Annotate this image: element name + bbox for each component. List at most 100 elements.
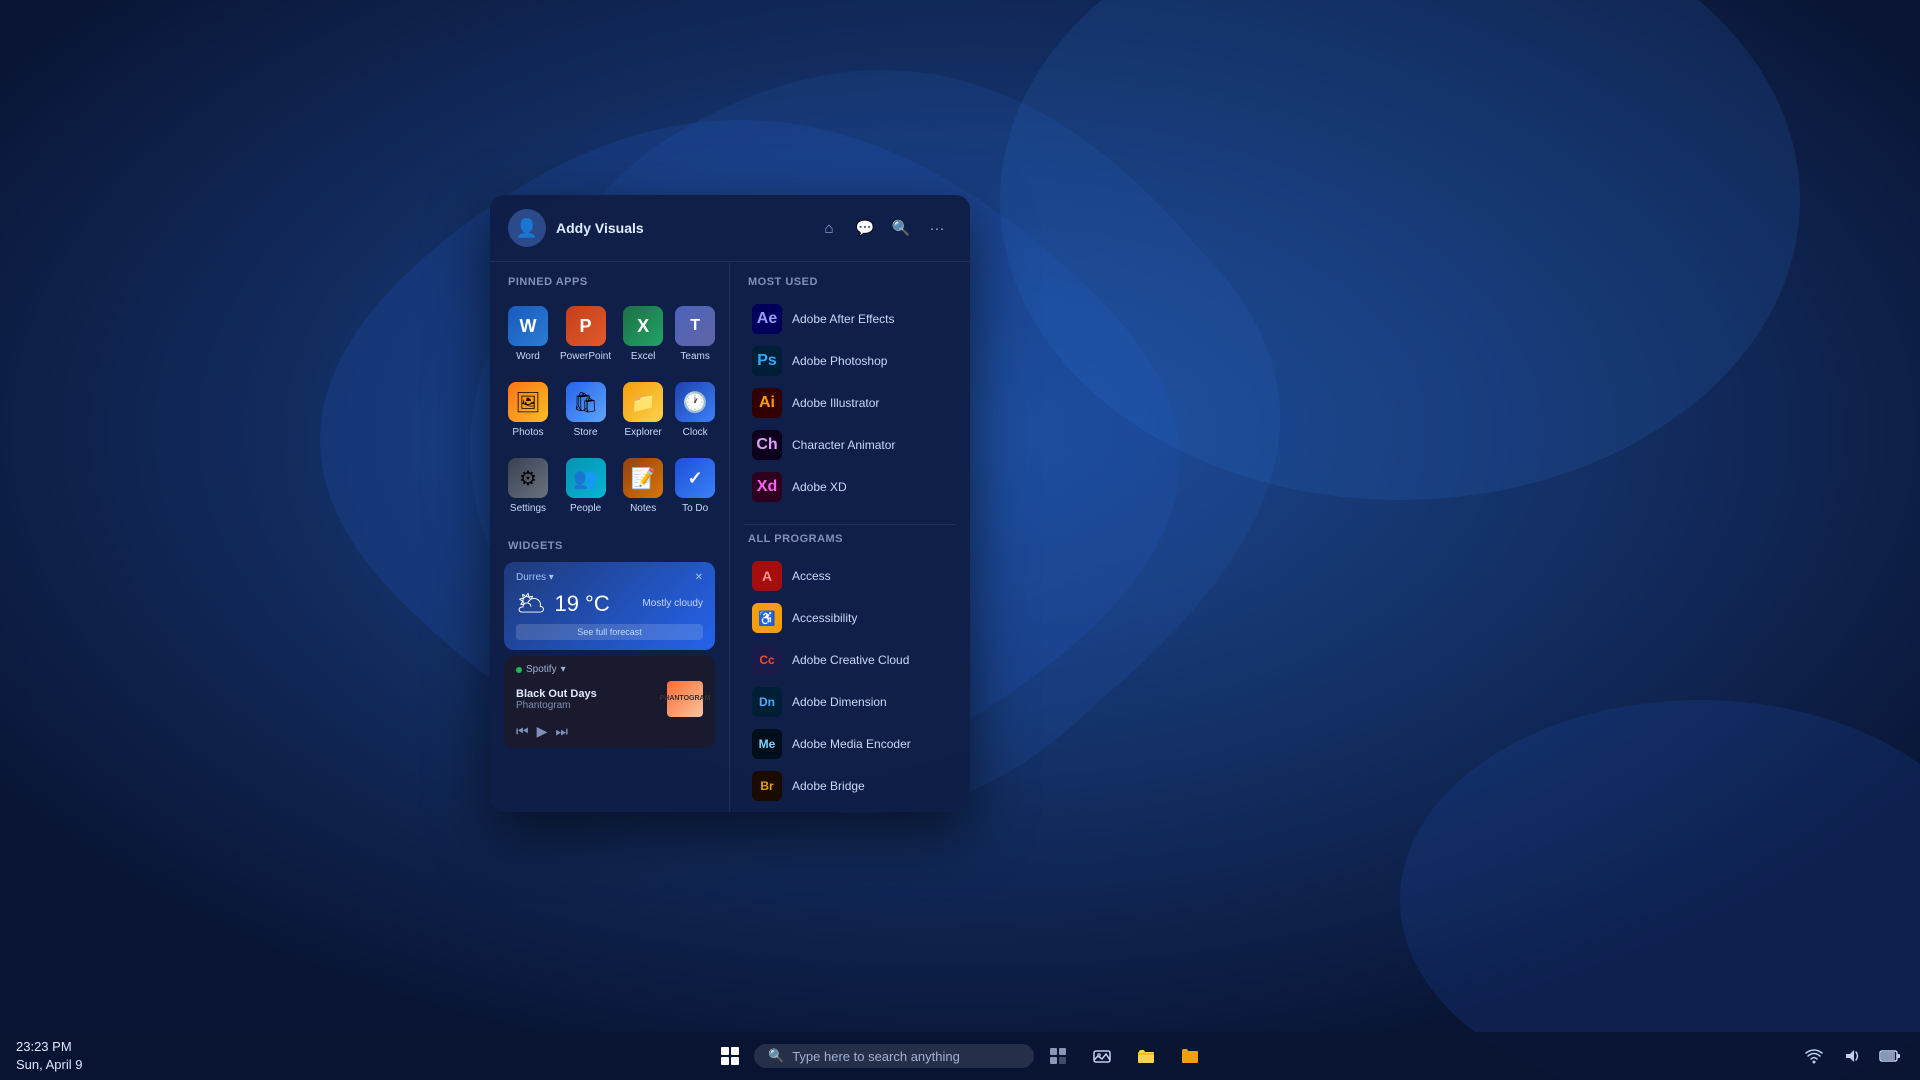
app-item-ps[interactable]: Ps Adobe Photoshop bbox=[744, 340, 956, 382]
pinned-app-excel[interactable]: X Excel bbox=[619, 298, 667, 370]
word-icon: W bbox=[508, 306, 548, 346]
ae-icon: Ae bbox=[752, 304, 782, 334]
battery-icon[interactable] bbox=[1872, 1038, 1908, 1074]
store-label: Store bbox=[574, 427, 598, 438]
spotify-album-art: PHANTOGRAM bbox=[667, 681, 703, 717]
dimension-name: Adobe Dimension bbox=[792, 695, 887, 709]
app-item-ae[interactable]: Ae Adobe After Effects bbox=[744, 298, 956, 340]
pinned-apps-grid: W Word P PowerPoint X Excel T Teams 🖼 bbox=[504, 298, 715, 522]
spotify-widget[interactable]: Spotify ▾ Black Out Days Phantogram PHAN… bbox=[504, 656, 715, 748]
notes-label: Notes bbox=[630, 503, 656, 514]
teams-label: Teams bbox=[680, 351, 709, 362]
start-menu-right-panel: Most used Ae Adobe After Effects Ps Adob… bbox=[730, 262, 970, 812]
ps-name: Adobe Photoshop bbox=[792, 354, 887, 368]
pinned-app-teams[interactable]: T Teams bbox=[671, 298, 719, 370]
pinned-app-explorer[interactable]: 📁 Explorer bbox=[619, 374, 667, 446]
taskbar-search-icon: 🔍 bbox=[768, 1048, 784, 1064]
spotify-play-icon[interactable]: ▶ bbox=[537, 723, 548, 740]
all-programs-section: All Programs A Access ♿ Accessibility Cc… bbox=[744, 533, 956, 807]
weather-location-row: Durres ▾ ✕ bbox=[516, 572, 703, 583]
pinned-app-store[interactable]: 🛍 Store bbox=[556, 374, 615, 446]
start-menu-body: Pinned Apps W Word P PowerPoint X Excel … bbox=[490, 262, 970, 812]
spotify-track-info: Black Out Days Phantogram bbox=[516, 688, 659, 711]
pinned-app-photos[interactable]: 🖼 Photos bbox=[504, 374, 552, 446]
word-label: Word bbox=[516, 351, 540, 362]
dimension-icon: Dn bbox=[752, 687, 782, 717]
taskbar-search-bar[interactable]: 🔍 Type here to search anything bbox=[754, 1044, 1034, 1068]
notes-icon: 📝 bbox=[623, 458, 663, 498]
spotify-main: Black Out Days Phantogram PHANTOGRAM bbox=[516, 681, 703, 717]
taskbar-left: 23:23 PM Sun, April 9 bbox=[0, 1038, 280, 1074]
weather-close-icon[interactable]: ✕ bbox=[695, 572, 703, 583]
all-programs-title: All Programs bbox=[744, 533, 956, 545]
explorer-icon: 📁 bbox=[623, 382, 663, 422]
weather-temperature: 19 °C bbox=[554, 591, 609, 617]
clock-date: Sun, April 9 bbox=[16, 1056, 83, 1074]
weather-forecast-btn[interactable]: See full forecast bbox=[516, 624, 703, 640]
pinned-app-word[interactable]: W Word bbox=[504, 298, 552, 370]
app-item-media-encoder[interactable]: Me Adobe Media Encoder bbox=[744, 723, 956, 765]
volume-icon[interactable] bbox=[1834, 1038, 1870, 1074]
start-button[interactable] bbox=[710, 1036, 750, 1076]
most-used-title: Most used bbox=[744, 276, 956, 288]
app-item-xd[interactable]: Xd Adobe XD bbox=[744, 466, 956, 508]
home-icon[interactable]: ⌂ bbox=[814, 213, 844, 243]
ch-icon: Ch bbox=[752, 430, 782, 460]
clock-icon: 🕐 bbox=[675, 382, 715, 422]
taskbar-center: 🔍 Type here to search anything bbox=[710, 1036, 1210, 1076]
media-encoder-icon: Me bbox=[752, 729, 782, 759]
most-used-section: Most used Ae Adobe After Effects Ps Adob… bbox=[744, 276, 956, 508]
excel-icon: X bbox=[623, 306, 663, 346]
pinned-app-people[interactable]: 👥 People bbox=[556, 450, 615, 522]
taskbar-folder-icon[interactable] bbox=[1170, 1036, 1210, 1076]
app-item-ch[interactable]: Ch Character Animator bbox=[744, 424, 956, 466]
widgets-container: Durres ▾ ✕ 🌥 19 °C Mostly cloudy See ful… bbox=[504, 562, 715, 748]
wifi-icon[interactable] bbox=[1796, 1038, 1832, 1074]
pinned-app-clock[interactable]: 🕐 Clock bbox=[671, 374, 719, 446]
pinned-app-settings[interactable]: ⚙ Settings bbox=[504, 450, 552, 522]
spotify-artist: Phantogram bbox=[516, 700, 659, 711]
app-item-ai[interactable]: Ai Adobe Illustrator bbox=[744, 382, 956, 424]
clock-label: Clock bbox=[683, 427, 708, 438]
people-label: People bbox=[570, 503, 601, 514]
taskbar-gallery-icon[interactable] bbox=[1082, 1036, 1122, 1076]
accessibility-name: Accessibility bbox=[792, 611, 857, 625]
spotify-app-name: Spotify bbox=[526, 664, 557, 675]
media-encoder-name: Adobe Media Encoder bbox=[792, 737, 911, 751]
chat-icon[interactable]: 💬 bbox=[850, 213, 880, 243]
store-icon: 🛍 bbox=[566, 382, 606, 422]
widgets-section: Widgets Durres ▾ ✕ 🌥 19 °C Mostly cloudy bbox=[504, 540, 715, 748]
explorer-label: Explorer bbox=[625, 427, 662, 438]
spotify-prev-icon[interactable]: ⏮ bbox=[516, 723, 529, 740]
teams-icon: T bbox=[675, 306, 715, 346]
pinned-app-notes[interactable]: 📝 Notes bbox=[619, 450, 667, 522]
xd-icon: Xd bbox=[752, 472, 782, 502]
pinned-app-todo[interactable]: ✓ To Do bbox=[671, 450, 719, 522]
todo-icon: ✓ bbox=[675, 458, 715, 498]
app-item-accessibility[interactable]: ♿ Accessibility bbox=[744, 597, 956, 639]
taskbar: 23:23 PM Sun, April 9 🔍 Type here to sea… bbox=[0, 1032, 1920, 1080]
user-avatar[interactable]: 👤 bbox=[508, 209, 546, 247]
taskbar-files-icon[interactable] bbox=[1126, 1036, 1166, 1076]
search-icon[interactable]: 🔍 bbox=[886, 213, 916, 243]
taskbar-right bbox=[1796, 1038, 1920, 1074]
start-menu-header: 👤 Addy Visuals ⌂ 💬 🔍 ··· bbox=[490, 195, 970, 262]
spotify-next-icon[interactable]: ⏭ bbox=[555, 723, 568, 740]
creative-cloud-name: Adobe Creative Cloud bbox=[792, 653, 909, 667]
app-item-dimension[interactable]: Dn Adobe Dimension bbox=[744, 681, 956, 723]
weather-main: 🌥 19 °C Mostly cloudy bbox=[516, 589, 703, 618]
taskbar-task-view[interactable] bbox=[1038, 1036, 1078, 1076]
ae-name: Adobe After Effects bbox=[792, 312, 895, 326]
ps-icon: Ps bbox=[752, 346, 782, 376]
app-item-bridge[interactable]: Br Adobe Bridge bbox=[744, 765, 956, 807]
settings-label: Settings bbox=[510, 503, 546, 514]
weather-widget[interactable]: Durres ▾ ✕ 🌥 19 °C Mostly cloudy See ful… bbox=[504, 562, 715, 650]
access-name: Access bbox=[792, 569, 831, 583]
app-item-creative-cloud[interactable]: Cc Adobe Creative Cloud bbox=[744, 639, 956, 681]
access-icon: A bbox=[752, 561, 782, 591]
weather-description: Mostly cloudy bbox=[642, 598, 703, 609]
more-options-icon[interactable]: ··· bbox=[922, 213, 952, 243]
app-item-access[interactable]: A Access bbox=[744, 555, 956, 597]
powerpoint-icon: P bbox=[566, 306, 606, 346]
pinned-app-powerpoint[interactable]: P PowerPoint bbox=[556, 298, 615, 370]
